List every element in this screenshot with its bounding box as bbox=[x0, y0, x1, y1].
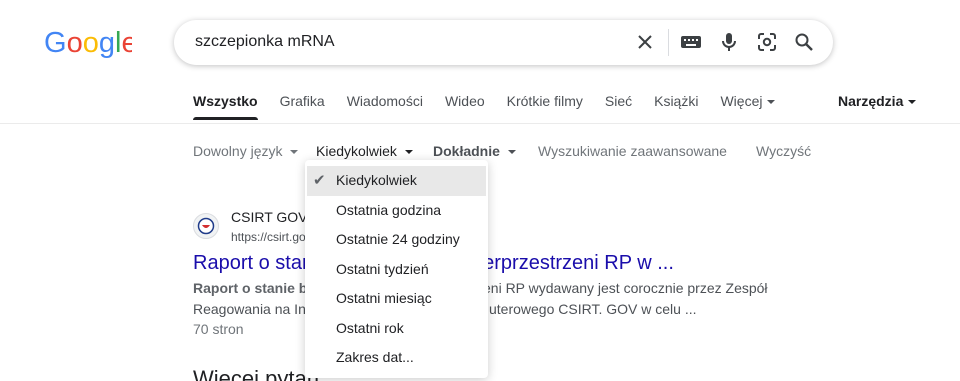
result-snippet-line2-start: Reagowania na Inc bbox=[193, 301, 313, 317]
tab-web[interactable]: Sieć bbox=[605, 93, 632, 109]
clear-filters-link[interactable]: Wyczyść bbox=[756, 143, 811, 159]
time-filter[interactable]: Kiedykolwiek bbox=[316, 143, 413, 159]
menu-item-label: Kiedykolwiek bbox=[336, 172, 417, 188]
search-input[interactable]: szczepionka mRNA bbox=[195, 33, 335, 51]
svg-text:Google: Google bbox=[44, 27, 132, 59]
checkmark-icon: ✔ bbox=[313, 172, 326, 189]
exact-filter-label: Dokładnie bbox=[433, 143, 500, 159]
tab-short-videos[interactable]: Krótkie filmy bbox=[507, 93, 583, 109]
tab-more-label: Więcej bbox=[720, 93, 763, 109]
language-filter[interactable]: Dowolny język bbox=[193, 143, 299, 159]
tools-label: Narzędzia bbox=[838, 93, 904, 109]
tab-all[interactable]: Wszystko bbox=[193, 93, 258, 120]
search-box[interactable]: szczepionka mRNA bbox=[174, 20, 833, 65]
result-snippet-end: eni RP wydawany jest corocznie przez Zes… bbox=[483, 280, 768, 296]
google-logo[interactable]: Google bbox=[44, 27, 132, 59]
result-title-end[interactable]: berprzestrzeni RP w ... bbox=[472, 252, 674, 275]
chevron-down-icon bbox=[290, 150, 299, 155]
menu-item-date-range[interactable]: Zakres dat... bbox=[305, 343, 488, 373]
snippet-bold: Raport o stanie be bbox=[193, 280, 316, 296]
tab-news[interactable]: Wiadomości bbox=[347, 93, 423, 109]
site-favicon[interactable] bbox=[193, 213, 219, 239]
menu-item-past-24h[interactable]: Ostatnie 24 godziny bbox=[305, 225, 488, 255]
advanced-search-link[interactable]: Wyszukiwanie zaawansowane bbox=[538, 143, 727, 159]
menu-item-any-time[interactable]: ✔ Kiedykolwiek bbox=[307, 166, 486, 196]
tabs-divider bbox=[0, 123, 960, 124]
exact-filter[interactable]: Dokładnie bbox=[433, 143, 516, 159]
menu-item-past-month[interactable]: Ostatni miesiąc bbox=[305, 284, 488, 314]
search-icon[interactable] bbox=[792, 30, 816, 54]
keyboard-icon[interactable] bbox=[679, 30, 703, 54]
site-name[interactable]: CSIRT GOV bbox=[231, 209, 308, 225]
tab-images[interactable]: Grafika bbox=[280, 93, 325, 109]
result-snippet-line2-end: uterowego CSIRT. GOV w celu ... bbox=[489, 301, 697, 317]
chevron-down-icon bbox=[767, 100, 776, 105]
site-url[interactable]: https://csirt.gov bbox=[231, 230, 312, 244]
tab-more[interactable]: Więcej bbox=[720, 93, 776, 109]
chevron-down-icon bbox=[507, 150, 516, 155]
more-questions-heading: Więcej pytań bbox=[193, 366, 319, 381]
page-count: 70 stron bbox=[193, 321, 244, 337]
tools-button[interactable]: Narzędzia bbox=[838, 93, 917, 109]
result-title[interactable]: Raport o stan bbox=[193, 252, 313, 275]
language-filter-label: Dowolny język bbox=[193, 143, 283, 159]
chevron-down-icon bbox=[404, 150, 413, 155]
search-divider bbox=[668, 29, 669, 56]
search-tabs: Wszystko Grafika Wiadomości Wideo Krótki… bbox=[193, 93, 797, 120]
microphone-icon[interactable] bbox=[717, 30, 741, 54]
lens-icon[interactable] bbox=[755, 30, 779, 54]
chevron-down-icon bbox=[908, 100, 917, 105]
menu-item-past-week[interactable]: Ostatni tydzień bbox=[305, 255, 488, 285]
menu-item-past-year[interactable]: Ostatni rok bbox=[305, 314, 488, 344]
time-filter-label: Kiedykolwiek bbox=[316, 143, 397, 159]
menu-item-past-hour[interactable]: Ostatnia godzina bbox=[305, 196, 488, 226]
tab-videos[interactable]: Wideo bbox=[445, 93, 485, 109]
time-filter-menu: ✔ Kiedykolwiek Ostatnia godzina Ostatnie… bbox=[305, 160, 488, 378]
tab-books[interactable]: Książki bbox=[654, 93, 698, 109]
clear-icon[interactable] bbox=[633, 30, 657, 54]
result-snippet-start: Raport o stanie be bbox=[193, 280, 315, 296]
